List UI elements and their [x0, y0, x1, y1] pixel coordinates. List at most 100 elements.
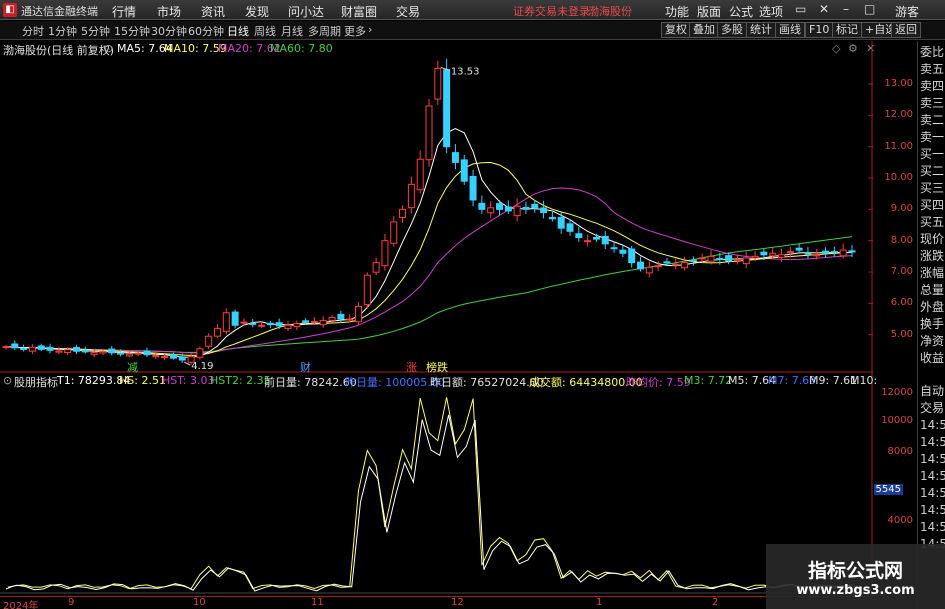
period-daily[interactable]: 日线 — [227, 23, 249, 39]
period-weekly[interactable]: 周线 — [254, 23, 276, 39]
side-lower-item-3[interactable]: 14:56 — [920, 434, 945, 451]
candle-body — [275, 322, 283, 327]
side-item-15[interactable]: 外盘 — [920, 299, 945, 316]
side-lower-item-8[interactable]: 14:56 — [920, 519, 945, 536]
side-lower-item-0[interactable]: 自动 — [920, 383, 945, 400]
side-lower-item-6[interactable]: 14:56 — [920, 485, 945, 502]
candle-body — [143, 350, 151, 356]
candle-body — [557, 216, 565, 229]
side-item-2[interactable]: 卖四 — [920, 78, 945, 95]
period-more[interactable]: 更多 — [344, 23, 366, 39]
period-15min[interactable]: 15分钟 — [114, 23, 150, 39]
side-item-7[interactable]: 买二 — [920, 163, 945, 180]
candle-body — [231, 311, 239, 326]
side-item-9[interactable]: 买四 — [920, 197, 945, 214]
side-lower-item-7[interactable]: 14:56 — [920, 502, 945, 519]
menu-trade[interactable]: 交易 — [396, 3, 420, 20]
indicator-axis-label: 4000 — [887, 515, 913, 526]
period-60min[interactable]: 60分钟 — [188, 23, 224, 39]
candle-body — [372, 262, 380, 273]
side-item-12[interactable]: 涨跌 — [920, 248, 945, 265]
indicator-settings-icon[interactable]: ⊙ — [3, 374, 12, 387]
side-item-4[interactable]: 卖二 — [920, 112, 945, 129]
close-icon[interactable]: ✕ — [819, 2, 829, 16]
candle-body — [645, 266, 653, 274]
period-1min[interactable]: 1分钟 — [48, 23, 77, 39]
date-label-2024: 2024年 — [3, 601, 39, 609]
menu-options[interactable]: 选项 — [759, 3, 783, 20]
side-item-0[interactable]: 委比 — [920, 44, 945, 61]
side-item-16[interactable]: 换手 — [920, 316, 945, 333]
menu-quotes[interactable]: 行情 — [112, 3, 136, 20]
side-item-3[interactable]: 卖三 — [920, 95, 945, 112]
candle-body — [504, 206, 512, 212]
indicator-axis-label: 12000 — [881, 387, 913, 398]
side-lower-item-1[interactable]: 交易 — [920, 400, 945, 417]
side-item-6[interactable]: 买一 — [920, 146, 945, 163]
menu-discover[interactable]: 发现 — [245, 3, 269, 20]
mark-button[interactable]: 标记 — [832, 22, 862, 38]
menu-function[interactable]: 功能 — [665, 3, 689, 20]
adjust-button[interactable]: 复权 — [661, 22, 691, 38]
candle-body — [46, 346, 54, 351]
login-status[interactable]: 证券交易未登录 — [513, 3, 590, 19]
period-monthly[interactable]: 月线 — [281, 23, 303, 39]
candle-body — [20, 347, 28, 350]
side-item-13[interactable]: 涨幅 — [920, 265, 945, 282]
draw-line-button[interactable]: 画线 — [775, 22, 805, 38]
candle-body — [778, 254, 785, 258]
candle-body — [672, 263, 680, 266]
candle-body — [584, 240, 592, 243]
menu-layout[interactable]: 版面 — [697, 3, 721, 20]
date-label-oct: 10 — [193, 597, 206, 608]
period-multi[interactable]: 多周期 — [308, 23, 341, 39]
candle-body — [11, 343, 19, 349]
side-item-5[interactable]: 卖一 — [920, 129, 945, 146]
overlay-button[interactable]: 叠加 — [689, 22, 719, 38]
back-button[interactable]: 返回 — [891, 22, 921, 38]
chevron-right-icon[interactable]: › — [368, 23, 372, 36]
minimize-icon[interactable]: – — [843, 2, 849, 16]
restore-icon[interactable]: ▭ — [795, 2, 806, 16]
indicator-header: ⊙ 股朋指标 T1: 78293.84 HS: 2.51 HST: 3.03 H… — [0, 373, 916, 389]
stats-button[interactable]: 统计 — [746, 22, 776, 38]
menu-market[interactable]: 市场 — [157, 3, 181, 20]
side-lower-item-5[interactable]: 14:56 — [920, 468, 945, 485]
menu-formula[interactable]: 公式 — [729, 3, 753, 20]
date-label-feb: 2 — [712, 597, 719, 608]
side-item-14[interactable]: 总量 — [920, 282, 945, 299]
guest-label[interactable]: 游客 — [895, 3, 919, 20]
side-item-8[interactable]: 买三 — [920, 180, 945, 197]
side-item-17[interactable]: 净资 — [920, 333, 945, 350]
f10-button[interactable]: F10 — [805, 22, 834, 38]
candle-body — [266, 322, 274, 326]
side-item-11[interactable]: 现价 — [920, 231, 945, 248]
candle-body — [346, 318, 354, 321]
side-item-10[interactable]: 买五 — [920, 214, 945, 231]
side-item-18[interactable]: 收益 — [920, 350, 945, 367]
stock-name-title: 渤海股份 — [588, 5, 632, 18]
multi-stock-button[interactable]: 多股 — [717, 22, 747, 38]
side-lower-item-2[interactable]: 14:56 — [920, 417, 945, 434]
candle-body — [196, 348, 204, 358]
side-item-1[interactable]: 卖五 — [920, 61, 945, 78]
candle-body — [681, 262, 689, 269]
maximize-icon[interactable]: □ — [864, 2, 875, 16]
candle-body — [99, 351, 107, 354]
candle-body — [575, 233, 583, 239]
candle-body — [689, 259, 697, 262]
event-marker-3: 榜跌 — [426, 360, 448, 374]
candle-body — [716, 257, 724, 260]
menu-ask[interactable]: 问小达 — [288, 3, 324, 20]
candle-body — [478, 202, 486, 210]
candle-body — [619, 249, 627, 254]
side-lower-item-4[interactable]: 14:56 — [920, 451, 945, 468]
candle-body — [822, 250, 830, 254]
period-30min[interactable]: 30分钟 — [151, 23, 187, 39]
candle-body — [249, 323, 257, 326]
menu-news[interactable]: 资讯 — [201, 3, 225, 20]
period-5min[interactable]: 5分钟 — [81, 23, 110, 39]
menu-wealth-circle[interactable]: 财富圈 — [341, 3, 377, 20]
period-timeshare[interactable]: 分时 — [22, 23, 44, 39]
candlestick-chart[interactable]: 13.534.19减财涨榜跌 — [0, 41, 873, 596]
